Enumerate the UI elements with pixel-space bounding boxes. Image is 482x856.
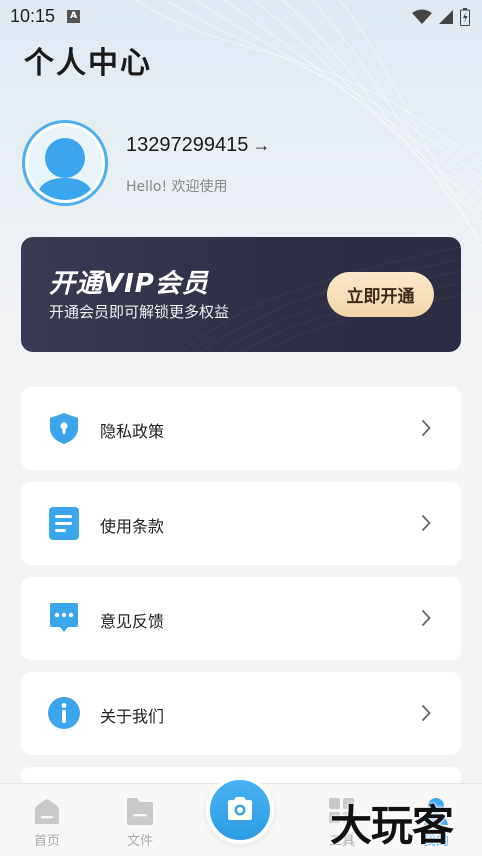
status-time: 10:15	[10, 5, 56, 26]
chat-bubble-icon	[50, 603, 78, 632]
chevron-right-icon	[421, 419, 431, 437]
document-icon	[49, 507, 79, 540]
menu-item-about-us[interactable]: 关于我们	[21, 672, 461, 755]
phone-number[interactable]: 13297299415 →	[126, 134, 270, 157]
avatar[interactable]	[22, 120, 108, 206]
page-title: 个人中心	[24, 46, 152, 81]
chevron-right-icon	[421, 609, 431, 627]
vip-subtitle: 开通会员即可解锁更多权益	[49, 303, 230, 321]
info-icon	[48, 697, 80, 729]
menu-item-terms-of-use[interactable]: 使用条款	[21, 482, 461, 565]
vip-title: 开通VIP会员	[49, 269, 209, 299]
greeting-text: Hello! 欢迎使用	[126, 179, 228, 195]
tab-files[interactable]: 文件	[110, 794, 170, 850]
home-icon	[35, 799, 59, 824]
arrow-right-icon: →	[252, 135, 271, 155]
camera-button[interactable]	[206, 776, 274, 844]
status-icons	[412, 8, 470, 26]
menu-item-label: 关于我们	[100, 707, 165, 726]
chevron-right-icon	[421, 704, 431, 722]
wifi-icon	[412, 9, 432, 24]
user-avatar-icon	[36, 138, 94, 200]
tab-home[interactable]: 首页	[17, 794, 77, 850]
vip-card[interactable]: 开通VIP会员 开通会员即可解锁更多权益 立即开通	[21, 237, 461, 352]
tab-label: 文件	[126, 834, 153, 849]
camera-icon	[228, 797, 252, 820]
menu-item-label: 意见反馈	[100, 612, 165, 631]
chevron-right-icon	[421, 514, 431, 532]
menu-item-label: 隐私政策	[100, 422, 165, 441]
tab-label: 首页	[33, 834, 60, 849]
notification-badge-icon: A	[67, 9, 81, 23]
vip-activate-button[interactable]: 立即开通	[327, 272, 434, 317]
phone-text: 13297299415	[126, 134, 249, 156]
shield-lock-icon	[50, 413, 78, 444]
battery-icon	[460, 8, 470, 26]
watermark-logo: 大玩客	[330, 801, 454, 850]
menu-item-label: 使用条款	[100, 517, 165, 536]
menu-item-privacy-policy[interactable]: 隐私政策	[21, 387, 461, 470]
signal-icon	[439, 10, 453, 24]
status-bar: 10:15 A	[0, 0, 482, 32]
folder-icon	[127, 798, 153, 825]
menu-item-feedback[interactable]: 意见反馈	[21, 577, 461, 660]
profile-section[interactable]: 13297299415 → Hello! 欢迎使用	[22, 120, 462, 206]
